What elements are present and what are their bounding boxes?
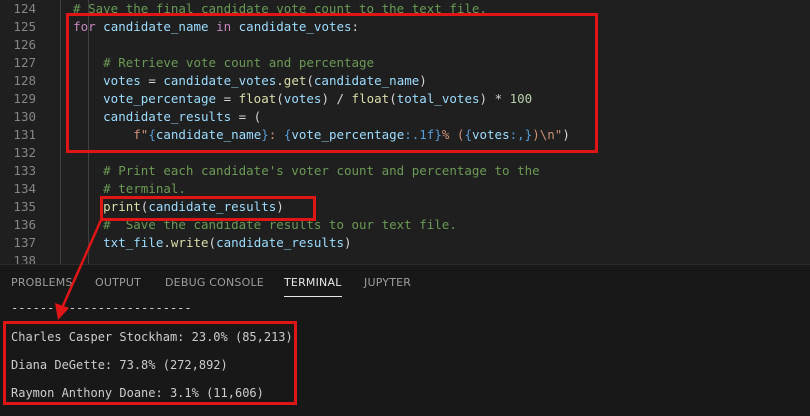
line-number: 129 (13, 91, 36, 106)
line-number: 131 (13, 127, 36, 142)
highlight-terminal-output (3, 321, 297, 405)
line-number: 125 (13, 19, 36, 34)
tab-jupyter[interactable]: JUPYTER (364, 276, 411, 289)
code-line: 138 (0, 252, 810, 264)
terminal-separator: ------------------------- (11, 301, 192, 315)
code-text: # Print each candidate's voter count and… (58, 162, 540, 180)
code-token: txt_file (103, 235, 164, 250)
tab-problems[interactable]: PROBLEMS (11, 276, 73, 289)
code-line: 133 # Print each candidate's voter count… (0, 162, 810, 180)
line-number: 130 (13, 109, 36, 124)
code-token: candidate_results (216, 235, 345, 250)
highlight-for-loop (66, 13, 598, 153)
line-number: 134 (13, 181, 36, 196)
line-number: 137 (13, 235, 36, 250)
code-text: txt_file.write(candidate_results) (58, 234, 352, 252)
line-number: 133 (13, 163, 36, 178)
tab-output[interactable]: OUTPUT (95, 276, 141, 289)
highlight-print-call (100, 196, 316, 221)
code-token: ( (208, 235, 217, 250)
line-number: 124 (13, 1, 36, 16)
line-number: 128 (13, 73, 36, 88)
line-number: 136 (13, 217, 36, 232)
line-number: 127 (13, 55, 36, 70)
code-token: # Print each candidate's voter count and… (58, 163, 540, 178)
line-number: 132 (13, 145, 36, 160)
line-number: 138 (13, 253, 36, 264)
code-token: # terminal. (58, 181, 186, 196)
code-token: ) (344, 235, 352, 250)
code-token: . (163, 235, 171, 250)
panel-tabs: PROBLEMS OUTPUT DEBUG CONSOLE TERMINAL J… (0, 265, 810, 301)
tab-debug-console[interactable]: DEBUG CONSOLE (165, 276, 264, 289)
line-number: 126 (13, 37, 36, 52)
code-token: write (170, 235, 209, 250)
code-line: 137 txt_file.write(candidate_results) (0, 234, 810, 252)
tab-terminal[interactable]: TERMINAL (284, 276, 342, 297)
line-number: 135 (13, 199, 36, 214)
